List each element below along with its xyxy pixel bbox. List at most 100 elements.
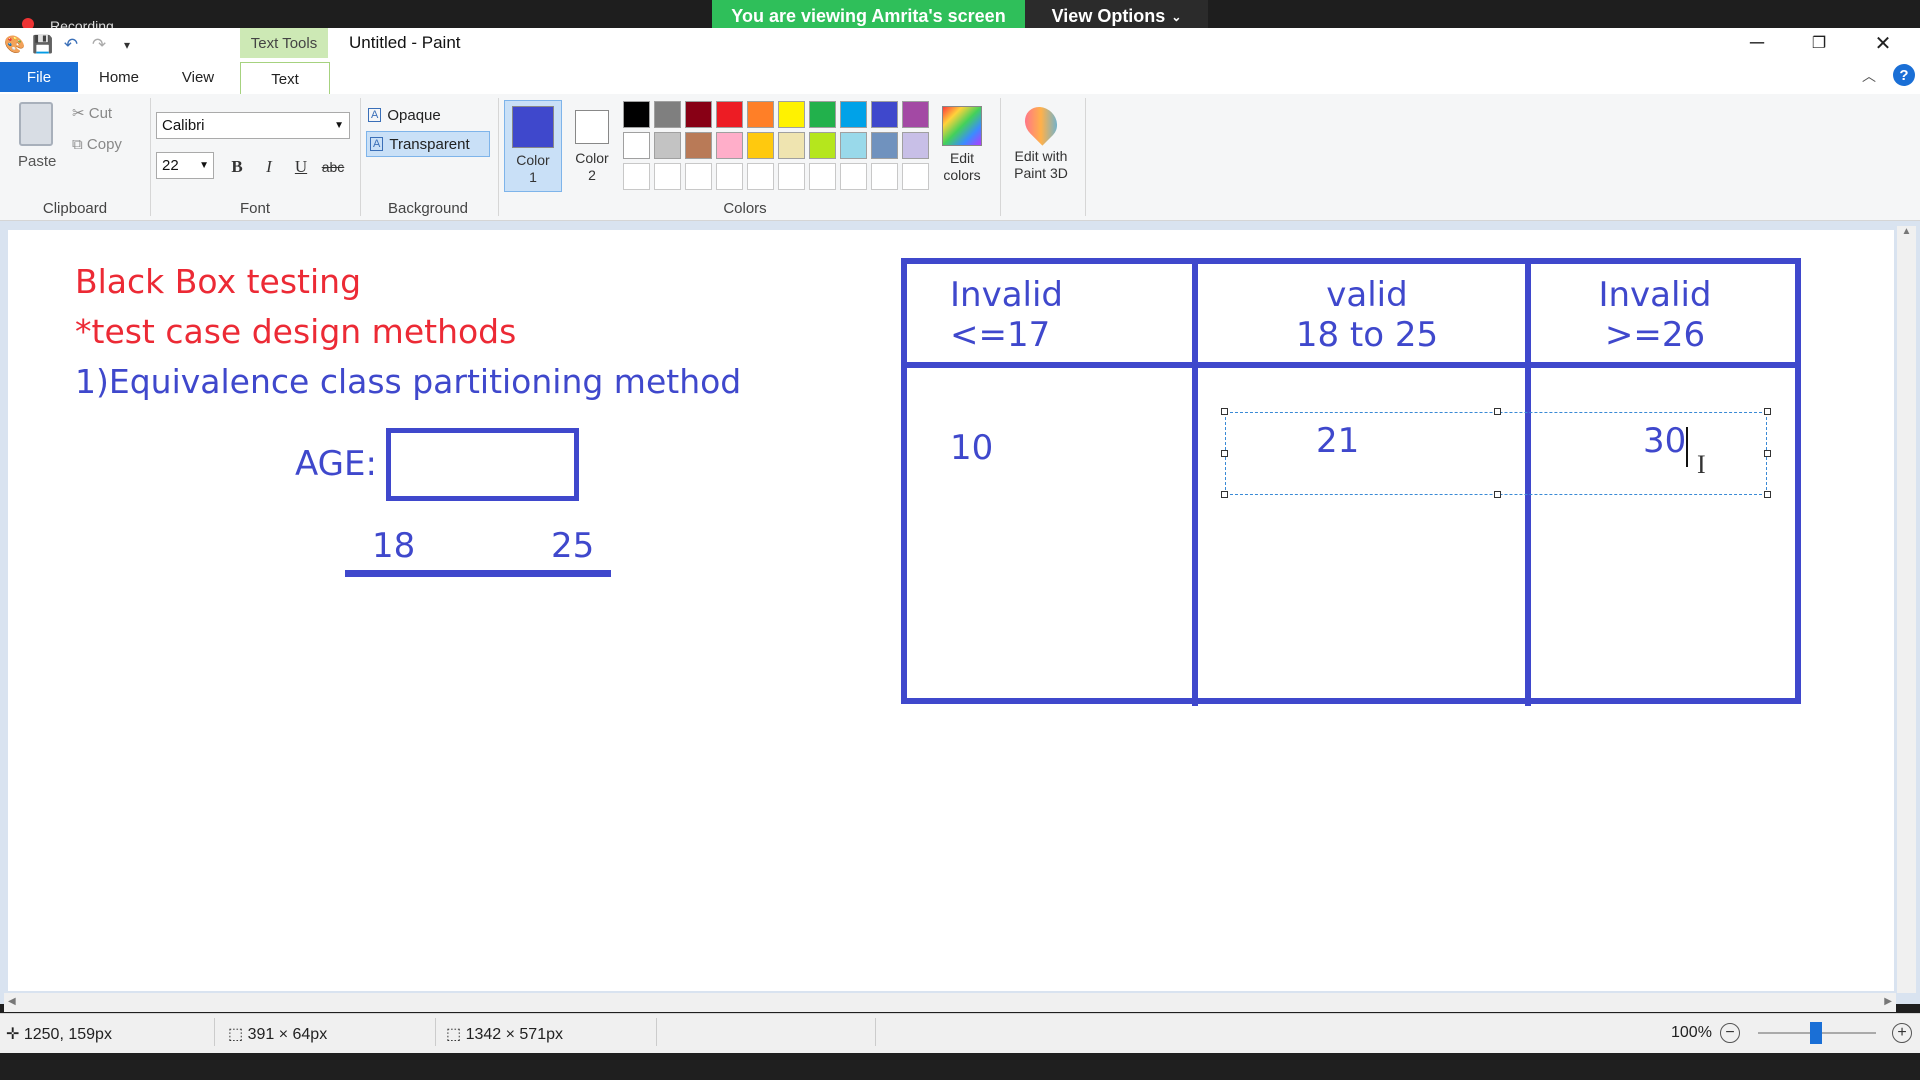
italic-button[interactable]: I	[256, 154, 282, 180]
palette-swatch[interactable]	[871, 101, 898, 128]
group-divider	[1085, 98, 1086, 216]
custom-color-slot[interactable]	[654, 163, 681, 190]
screen-share-footer	[0, 1053, 1920, 1080]
minimize-button[interactable]: ─	[1726, 28, 1788, 58]
custom-color-slot[interactable]	[716, 163, 743, 190]
tab-text[interactable]: Text	[240, 62, 330, 95]
tab-view[interactable]: View	[162, 62, 234, 92]
paste-label: Paste	[18, 153, 57, 170]
scroll-up-icon[interactable]: ▲	[1897, 226, 1916, 237]
palette-swatch[interactable]	[654, 101, 681, 128]
restore-button[interactable]: ❐	[1788, 28, 1850, 58]
scroll-left-icon[interactable]: ◀	[8, 996, 16, 1007]
horizontal-scrollbar[interactable]: ◀ ▶	[4, 993, 1896, 1012]
palette-swatch[interactable]	[871, 132, 898, 159]
resize-handle[interactable]	[1494, 491, 1501, 498]
palette-swatch[interactable]	[623, 101, 650, 128]
paint-app-icon[interactable]: 🎨	[4, 34, 26, 56]
custom-color-slot[interactable]	[747, 163, 774, 190]
copy-icon: ⧉	[72, 136, 83, 153]
zoom-level: 100%	[1671, 1024, 1712, 1041]
save-icon[interactable]: 💾	[32, 34, 54, 56]
palette-swatch[interactable]	[747, 132, 774, 159]
collapse-ribbon-icon[interactable]: ︿	[1862, 66, 1876, 86]
resize-handle[interactable]	[1764, 450, 1771, 457]
palette-swatch[interactable]	[902, 101, 929, 128]
font-size-select[interactable]: 22 ▼	[156, 152, 214, 179]
underline-button[interactable]: U	[288, 154, 314, 180]
opaque-button[interactable]: A Opaque	[368, 102, 488, 128]
tab-file[interactable]: File	[0, 62, 78, 92]
palette-swatch[interactable]	[623, 132, 650, 159]
color2-swatch	[575, 110, 609, 144]
col1-line1: Invalid	[950, 275, 1064, 315]
edit-colors-label: Edit colors	[943, 150, 981, 183]
resize-handle[interactable]	[1494, 408, 1501, 415]
edit-colors-button[interactable]: Edit colors	[936, 102, 988, 192]
undo-icon[interactable]: ↶	[60, 34, 82, 56]
tab-home[interactable]: Home	[82, 62, 156, 92]
col2-header: valid 18 to 25	[1267, 275, 1467, 355]
palette-swatch[interactable]	[778, 132, 805, 159]
custom-color-slot[interactable]	[778, 163, 805, 190]
copy-button[interactable]: ⧉ Copy	[72, 136, 122, 153]
status-divider	[875, 1018, 876, 1046]
text-caret	[1686, 427, 1688, 467]
transparent-button[interactable]: A Transparent	[366, 131, 490, 157]
palette-swatch[interactable]	[747, 101, 774, 128]
resize-handle[interactable]	[1221, 491, 1228, 498]
paste-button[interactable]	[16, 102, 56, 148]
color2-button[interactable]: Color 2	[564, 100, 620, 192]
bold-button[interactable]: B	[224, 154, 250, 180]
opaque-icon: A	[368, 108, 382, 122]
palette-swatch[interactable]	[778, 101, 805, 128]
palette-swatch[interactable]	[840, 101, 867, 128]
resize-handle[interactable]	[1764, 491, 1771, 498]
palette-swatch[interactable]	[809, 132, 836, 159]
palette-swatch[interactable]	[902, 132, 929, 159]
custom-color-slot[interactable]	[902, 163, 929, 190]
help-icon[interactable]: ?	[1893, 64, 1915, 86]
font-family-value: Calibri	[162, 117, 205, 134]
customize-qat-icon[interactable]: ▾	[116, 34, 138, 56]
custom-color-slot[interactable]	[809, 163, 836, 190]
col3-header: Invalid >=26	[1590, 275, 1720, 355]
zoom-slider-thumb[interactable]	[1810, 1022, 1822, 1044]
custom-color-slot[interactable]	[840, 163, 867, 190]
custom-color-slot[interactable]	[685, 163, 712, 190]
redo-icon[interactable]: ↷	[88, 34, 110, 56]
heading-black-box: Black Box testing	[75, 262, 362, 301]
zoom-out-button[interactable]: −	[1720, 1023, 1740, 1043]
rainbow-icon	[942, 106, 982, 146]
resize-handle[interactable]	[1764, 408, 1771, 415]
resize-handle[interactable]	[1221, 408, 1228, 415]
scroll-right-icon[interactable]: ▶	[1884, 996, 1892, 1007]
restore-icon: ❐	[1811, 35, 1827, 52]
palette-swatch[interactable]	[685, 132, 712, 159]
clipboard-group-label: Clipboard	[42, 200, 108, 217]
status-divider	[435, 1018, 436, 1046]
group-divider	[498, 98, 499, 216]
zoom-in-button[interactable]: +	[1892, 1023, 1912, 1043]
selection-size: ⬚ 391 × 64px	[228, 1024, 327, 1044]
resize-handle[interactable]	[1221, 450, 1228, 457]
palette-swatch[interactable]	[809, 101, 836, 128]
palette-swatch[interactable]	[716, 132, 743, 159]
close-button[interactable]: ✕	[1852, 28, 1914, 58]
edit-with-paint3d-button[interactable]: Edit with Paint 3D	[1004, 100, 1078, 192]
palette-swatch[interactable]	[685, 101, 712, 128]
palette-swatch[interactable]	[840, 132, 867, 159]
palette-swatch[interactable]	[716, 101, 743, 128]
cut-button[interactable]: ✂ Cut	[72, 104, 112, 122]
font-family-select[interactable]: Calibri ▼	[156, 112, 350, 139]
view-options-label: View Options	[1051, 6, 1166, 26]
palette-swatch[interactable]	[654, 132, 681, 159]
custom-color-slot[interactable]	[871, 163, 898, 190]
color-palette	[623, 101, 933, 193]
paint3d-label: Edit with Paint 3D	[1014, 148, 1068, 181]
col3-line1: Invalid	[1598, 275, 1712, 315]
custom-color-slot[interactable]	[623, 163, 650, 190]
vertical-scrollbar[interactable]: ▲	[1897, 226, 1916, 993]
strikethrough-button[interactable]: abc	[320, 154, 346, 180]
color1-button[interactable]: Color 1	[504, 100, 562, 192]
